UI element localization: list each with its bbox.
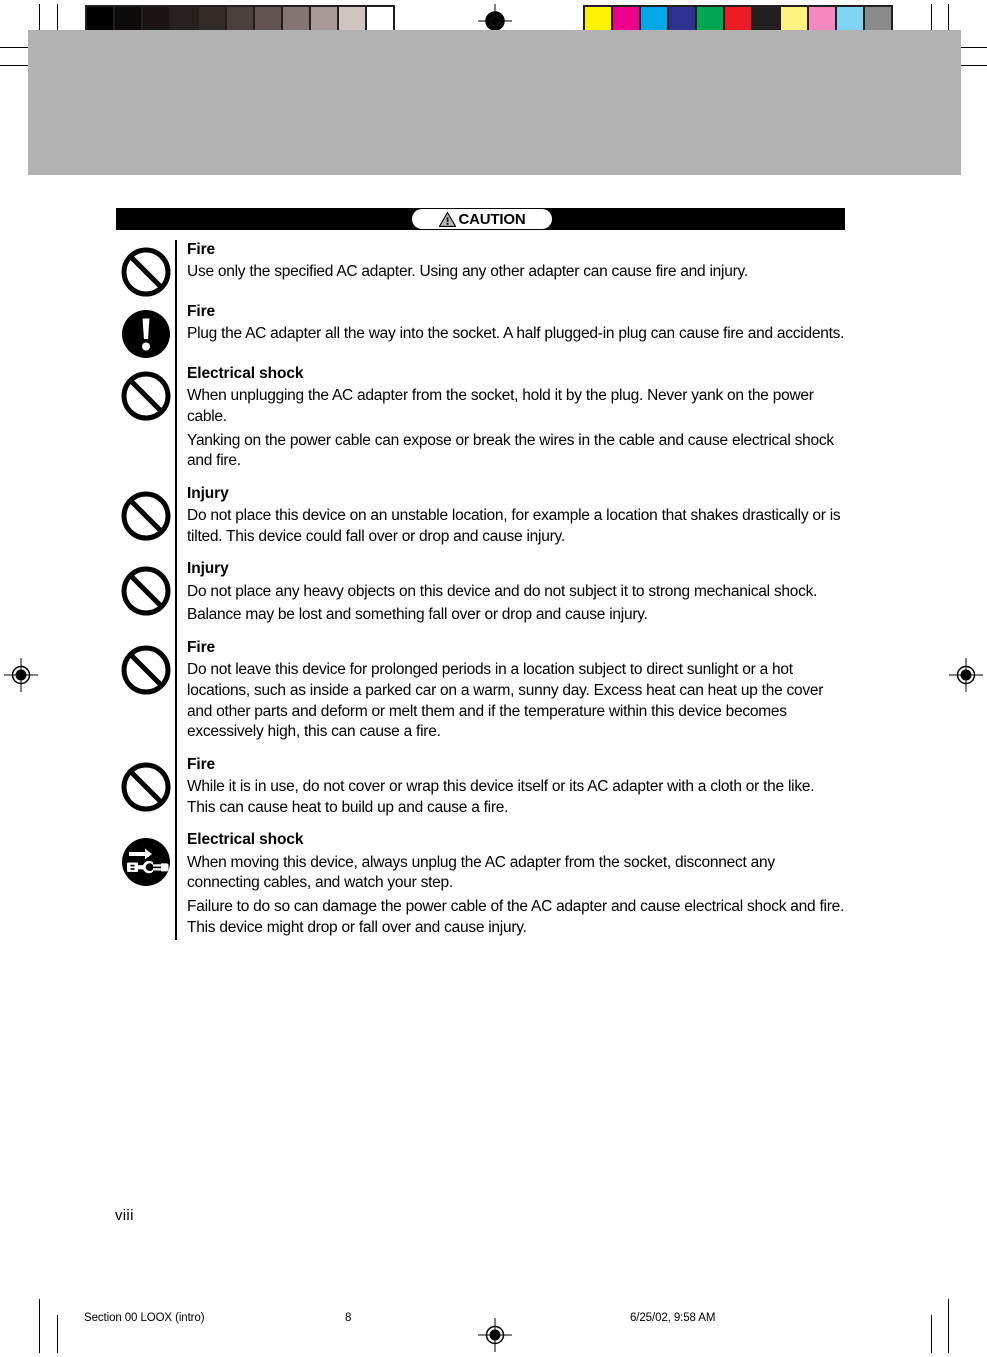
notice-icon-cell <box>116 364 175 422</box>
print-footer: Section 00 LOOX (intro) 8 6/25/02, 9:58 … <box>0 1312 987 1332</box>
page-number: viii <box>115 1207 134 1224</box>
notice-title: Fire <box>187 639 216 656</box>
notice-paragraph: When moving this device, always unplug t… <box>187 853 775 892</box>
notice-icon-cell <box>116 830 175 888</box>
unplug-adapter-icon <box>120 836 172 888</box>
mandatory-exclamation-icon <box>120 308 172 360</box>
notice-body: Electrical shock When moving this device,… <box>175 830 845 941</box>
caution-notice: Electrical shock When unplugging the AC a… <box>116 364 845 484</box>
notice-body: Fire While it is in use, do not cover or … <box>175 754 845 831</box>
notice-title: Injury <box>187 560 229 578</box>
caution-badge: CAUTION <box>412 209 552 229</box>
notice-title: Electrical shock <box>187 831 304 849</box>
caution-notice: Injury Do not place this device on an uns… <box>116 483 845 560</box>
notice-paragraph: When unplugging the AC adapter from the … <box>187 387 814 425</box>
notice-title: Injury <box>187 484 229 502</box>
prohibition-icon <box>120 490 172 542</box>
page-content: CAUTION Fire Use only the specified AC ad… <box>0 0 987 1353</box>
caution-badge-label: CAUTION <box>458 210 526 228</box>
notice-body: Electrical shock When unplugging the AC a… <box>175 364 845 484</box>
notice-body: Injury Do not place any heavy objects on … <box>175 559 845 638</box>
caution-banner: CAUTION <box>116 208 845 230</box>
notice-title: Electrical shock <box>187 365 304 382</box>
notice-body: Fire Plug the AC adapter all the way into… <box>175 302 845 364</box>
caution-notice: Fire Use only the specified AC adapter. U… <box>116 240 845 302</box>
notice-title: Fire <box>187 755 216 773</box>
caution-notice: Fire While it is in use, do not cover or … <box>116 754 845 831</box>
notice-paragraph: Use only the specified AC adapter. Using… <box>187 263 748 281</box>
notice-title: Fire <box>187 241 216 258</box>
footer-timestamp: 6/25/02, 9:58 AM <box>630 1312 716 1324</box>
notice-icon-cell <box>116 638 175 696</box>
notice-body: Fire Use only the specified AC adapter. U… <box>175 240 845 302</box>
notice-paragraph: Do not place this device on an unstable … <box>187 507 841 545</box>
notice-body: Injury Do not place this device on an uns… <box>175 483 845 560</box>
notice-icon-cell <box>116 755 175 813</box>
notice-icon-cell <box>116 240 175 298</box>
notice-body: Fire Do not leave this device for prolong… <box>175 638 845 755</box>
notice-paragraph: While it is in use, do not cover or wrap… <box>187 778 815 816</box>
caution-notice: Fire Do not leave this device for prolong… <box>116 638 845 755</box>
caution-notice: Electrical shock When moving this device,… <box>116 830 845 941</box>
notice-icon-cell <box>116 484 175 542</box>
notice-paragraph: Plug the AC adapter all the way into the… <box>187 325 845 343</box>
caution-notice: Injury Do not place any heavy objects on … <box>116 559 845 638</box>
prohibition-icon <box>120 246 172 298</box>
notice-paragraph: Yanking on the power cable can expose or… <box>187 431 834 470</box>
footer-sheet-number: 8 <box>345 1312 352 1324</box>
notice-paragraph: Balance may be lost and something fall o… <box>187 606 648 624</box>
footer-document-name: Section 00 LOOX (intro) <box>84 1312 205 1324</box>
notice-paragraph: Failure to do so can damage the power ca… <box>187 898 845 936</box>
prohibition-icon <box>120 761 172 813</box>
warning-triangle-icon <box>438 211 456 227</box>
notice-paragraph: Do not place any heavy objects on this d… <box>187 582 818 600</box>
notice-icon-cell <box>116 559 175 617</box>
notice-title: Fire <box>187 303 216 320</box>
caution-notice-list: Fire Use only the specified AC adapter. U… <box>116 240 845 941</box>
notice-icon-cell <box>116 302 175 360</box>
caution-notice: Fire Plug the AC adapter all the way into… <box>116 302 845 364</box>
prohibition-icon <box>120 565 172 617</box>
prohibition-icon <box>120 370 172 422</box>
notice-paragraph: Do not leave this device for prolonged p… <box>187 661 824 741</box>
prohibition-icon <box>120 644 172 696</box>
